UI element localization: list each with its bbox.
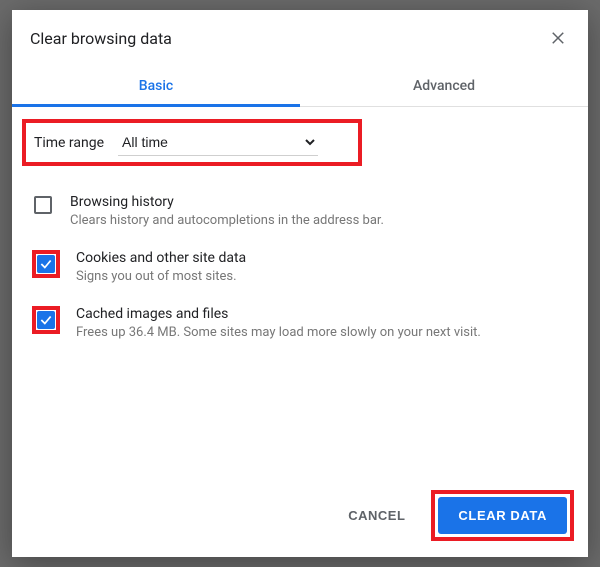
clear-browsing-data-dialog: Clear browsing data Basic Advanced Time …	[12, 10, 588, 557]
option-title: Cookies and other site data	[76, 250, 568, 266]
clear-data-button[interactable]: CLEAR DATA	[438, 497, 567, 534]
checkbox-cache[interactable]	[37, 311, 55, 329]
option-text: Cookies and other site data Signs you ou…	[76, 250, 568, 286]
option-desc: Frees up 36.4 MB. Some sites may load mo…	[76, 324, 568, 342]
close-icon	[549, 29, 567, 47]
checkbox-cookies[interactable]	[37, 255, 55, 273]
option-cache: Cached images and files Frees up 36.4 MB…	[12, 296, 588, 352]
checkbox-wrap	[32, 306, 60, 334]
option-text: Cached images and files Frees up 36.4 MB…	[76, 306, 568, 342]
cancel-button[interactable]: CANCEL	[332, 498, 421, 533]
dialog-header: Clear browsing data	[12, 10, 588, 58]
option-desc: Signs you out of most sites.	[76, 268, 568, 286]
option-text: Browsing history Clears history and auto…	[70, 194, 568, 230]
option-desc: Clears history and autocompletions in th…	[70, 212, 568, 230]
time-range-label: Time range	[34, 135, 104, 151]
dialog-title: Clear browsing data	[30, 29, 172, 48]
clear-data-highlight: CLEAR DATA	[431, 490, 574, 541]
tab-advanced[interactable]: Advanced	[300, 64, 588, 106]
time-range-row: Time range All time	[22, 119, 362, 166]
checkbox-wrap	[32, 194, 54, 216]
time-range-select[interactable]: All time	[118, 129, 318, 156]
checkbox-browsing-history[interactable]	[34, 196, 52, 214]
option-browsing-history: Browsing history Clears history and auto…	[12, 184, 588, 240]
checkbox-wrap	[32, 250, 60, 278]
check-icon	[39, 313, 53, 327]
dialog-content: Time range All time Browsing history Cle…	[12, 107, 588, 476]
tab-basic[interactable]: Basic	[12, 64, 300, 106]
check-icon	[39, 257, 53, 271]
option-title: Browsing history	[70, 194, 568, 210]
dialog-footer: CANCEL CLEAR DATA	[12, 476, 588, 557]
close-button[interactable]	[546, 26, 570, 50]
option-cookies: Cookies and other site data Signs you ou…	[12, 240, 588, 296]
option-title: Cached images and files	[76, 306, 568, 322]
tabs: Basic Advanced	[12, 64, 588, 107]
